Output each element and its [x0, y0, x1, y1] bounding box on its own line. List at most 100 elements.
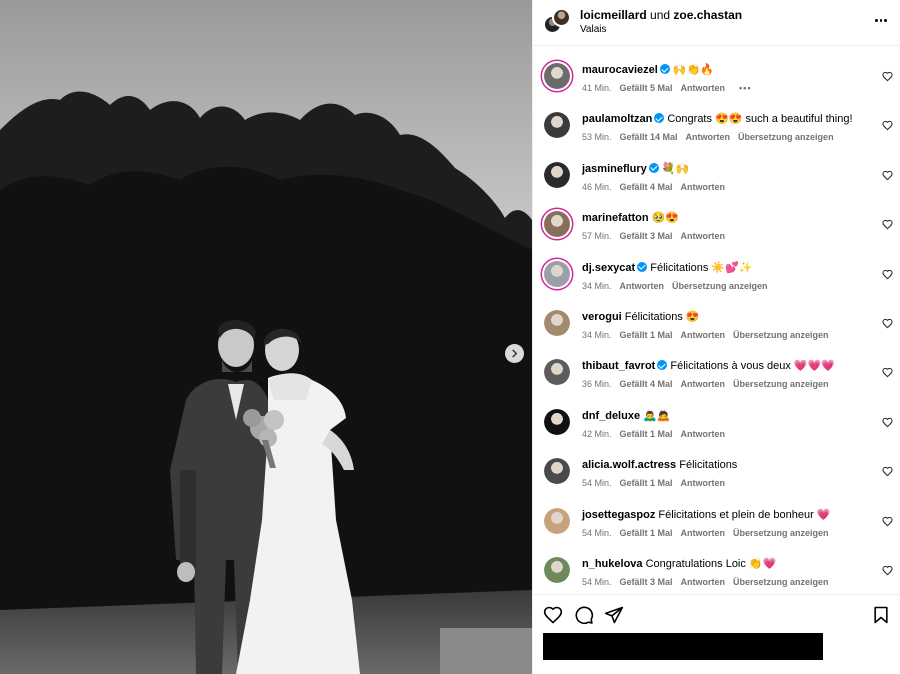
translate-button[interactable]: Übersetzung anzeigen	[738, 132, 834, 142]
comment-like-heart-icon[interactable]	[882, 120, 893, 131]
comment-likes[interactable]: Gefällt 1 Mal	[620, 478, 673, 488]
more-options-button[interactable]	[874, 13, 888, 27]
comment-like-heart-icon[interactable]	[882, 367, 893, 378]
chevron-right-icon	[512, 349, 518, 358]
comment-time: 54 Min.	[582, 577, 612, 587]
comment-meta: 53 Min. Gefällt 14 Mal Antworten Übersetzun…	[582, 132, 842, 142]
comment-time: 42 Min.	[582, 428, 612, 439]
comment-text-line: marinefatton 🥹😍	[582, 211, 679, 225]
reply-button[interactable]: Antworten	[681, 231, 726, 241]
reply-button[interactable]: Antworten	[681, 577, 726, 587]
author-avatars[interactable]	[543, 8, 571, 36]
comment-body: Félicitations ☀️💕✨	[650, 261, 753, 274]
avatar[interactable]	[544, 359, 570, 386]
avatar[interactable]	[544, 408, 570, 435]
comment-time: 34 Min.	[582, 330, 612, 340]
avatar[interactable]	[544, 260, 570, 287]
comment-likes[interactable]: Gefällt 1 Mal	[620, 330, 673, 340]
comment-body: Félicitations et plein de bonheur 💗	[658, 508, 831, 521]
comment-meta: 36 Min. Gefällt 4 Mal Antworten Übersetzung…	[582, 379, 837, 389]
comment-like-heart-icon[interactable]	[882, 516, 893, 527]
comment-like-heart-icon[interactable]	[882, 417, 893, 428]
reply-button[interactable]: Antworten	[686, 132, 731, 142]
avatar-image	[544, 211, 570, 238]
reply-button[interactable]: Antworten	[681, 429, 726, 439]
comment-like-heart-icon[interactable]	[882, 170, 893, 181]
comment-username[interactable]: verogui	[582, 311, 622, 323]
comment-username[interactable]: marinefatton	[582, 212, 649, 224]
comment-meta: 41 Min. Gefällt 5 Mal Antworten •••	[582, 83, 759, 93]
comment-like-heart-icon[interactable]	[882, 71, 893, 82]
reply-button[interactable]: Antworten	[681, 83, 726, 93]
comment-username[interactable]: thibaut_favrot	[582, 360, 655, 372]
comment-like-heart-icon[interactable]	[882, 466, 893, 477]
comment-like-heart-icon[interactable]	[882, 219, 893, 230]
translate-button[interactable]: Übersetzung anzeigen	[733, 577, 829, 587]
comment-username[interactable]: josettegaspoz	[582, 509, 655, 521]
avatar-image	[544, 161, 570, 188]
comment-meta: 54 Min. Gefällt 3 Mal Antworten Übersetzung…	[582, 577, 837, 587]
comment-username[interactable]: jasmineflury	[582, 163, 647, 175]
avatar[interactable]	[544, 458, 570, 485]
author-link[interactable]: zoe.chastan	[673, 8, 742, 22]
reply-button[interactable]: Antworten	[681, 478, 726, 488]
comment-likes[interactable]: Gefällt 14 Mal	[620, 132, 678, 142]
avatar[interactable]	[544, 161, 570, 188]
comment-likes[interactable]: Gefällt 1 Mal	[620, 429, 673, 439]
reply-button[interactable]: Antworten	[681, 182, 726, 192]
translate-button[interactable]: Übersetzung anzeigen	[672, 281, 768, 291]
comment-username[interactable]: n_hukelova	[582, 558, 643, 570]
comment-likes[interactable]: Gefällt 1 Mal	[620, 528, 673, 538]
comment-time: 54 Min.	[582, 478, 612, 489]
translate-button[interactable]: Übersetzung anzeigen	[733, 330, 829, 340]
avatar[interactable]	[544, 112, 570, 139]
comment-likes[interactable]: Gefällt 5 Mal	[620, 83, 673, 93]
reply-button[interactable]: Antworten	[620, 281, 665, 291]
comment-like-heart-icon[interactable]	[882, 318, 893, 329]
comment-text-line: dnf_deluxe 🙇‍♂️🙇	[582, 409, 671, 423]
reply-button[interactable]: Antworten	[681, 330, 726, 340]
comment-username[interactable]: maurocaviezel	[582, 64, 658, 76]
comment-like-heart-icon[interactable]	[882, 269, 893, 280]
comment-likes[interactable]: Gefällt 3 Mal	[620, 577, 673, 587]
comment-item: jasmineflury 💐🙌 46 Min. Gefällt 4 Mal Antwo…	[533, 161, 900, 211]
heart-icon[interactable]	[543, 605, 563, 625]
avatar-image	[544, 112, 570, 139]
post-location[interactable]: Valais	[580, 24, 607, 35]
share-icon[interactable]	[604, 605, 624, 625]
comment-icon[interactable]	[574, 605, 594, 625]
avatar[interactable]	[544, 63, 570, 89]
verified-badge-icon	[648, 162, 659, 173]
comment-text-line: josettegaspoz Félicitations et plein de …	[582, 508, 831, 522]
reply-button[interactable]: Antworten	[681, 379, 726, 389]
comment-username[interactable]: dj.sexycat	[582, 262, 635, 274]
post-authors: loicmeillard und zoe.chastan	[580, 8, 742, 22]
comment-likes[interactable]: Gefällt 4 Mal	[620, 379, 673, 389]
comment-item: paulamoltzan Congrats 😍😍 such a beautifu…	[533, 112, 900, 161]
comment-body: 🙇‍♂️🙇	[643, 409, 671, 422]
translate-button[interactable]: Übersetzung anzeigen	[733, 528, 829, 538]
comment-list[interactable]: maurocaviezel 🙌👏🔥 41 Min. Gefällt 5 Mal Ant…	[533, 46, 900, 594]
avatar[interactable]	[544, 557, 570, 583]
avatar[interactable]	[544, 211, 570, 238]
comment-body: Félicitations	[679, 459, 738, 472]
avatar[interactable]	[544, 310, 570, 336]
comment-username[interactable]: alicia.wolf.actress	[582, 459, 676, 471]
author-joiner: und	[650, 8, 671, 22]
comment-likes[interactable]: Gefällt 4 Mal	[620, 182, 673, 192]
comment-item: dnf_deluxe 🙇‍♂️🙇 42 Min. Gefällt 1 Mal Antw…	[533, 408, 900, 458]
bookmark-icon[interactable]	[871, 605, 891, 625]
comment-likes[interactable]: Gefällt 3 Mal	[620, 231, 673, 241]
author-link[interactable]: loicmeillard	[580, 8, 647, 22]
avatar[interactable]	[544, 507, 570, 534]
translate-button[interactable]: Übersetzung anzeigen	[733, 379, 829, 389]
reply-button[interactable]: Antworten	[681, 528, 726, 538]
comment-options-button[interactable]: •••	[739, 83, 751, 93]
comment-text-line: verogui Félicitations 😍	[582, 310, 700, 324]
comment-like-heart-icon[interactable]	[882, 565, 893, 576]
next-photo-button[interactable]	[505, 344, 524, 363]
comment-username[interactable]: dnf_deluxe	[582, 410, 640, 422]
comment-time: 36 Min.	[582, 379, 612, 390]
comment-username[interactable]: paulamoltzan	[582, 113, 652, 125]
comment-time: 54 Min.	[582, 527, 612, 538]
